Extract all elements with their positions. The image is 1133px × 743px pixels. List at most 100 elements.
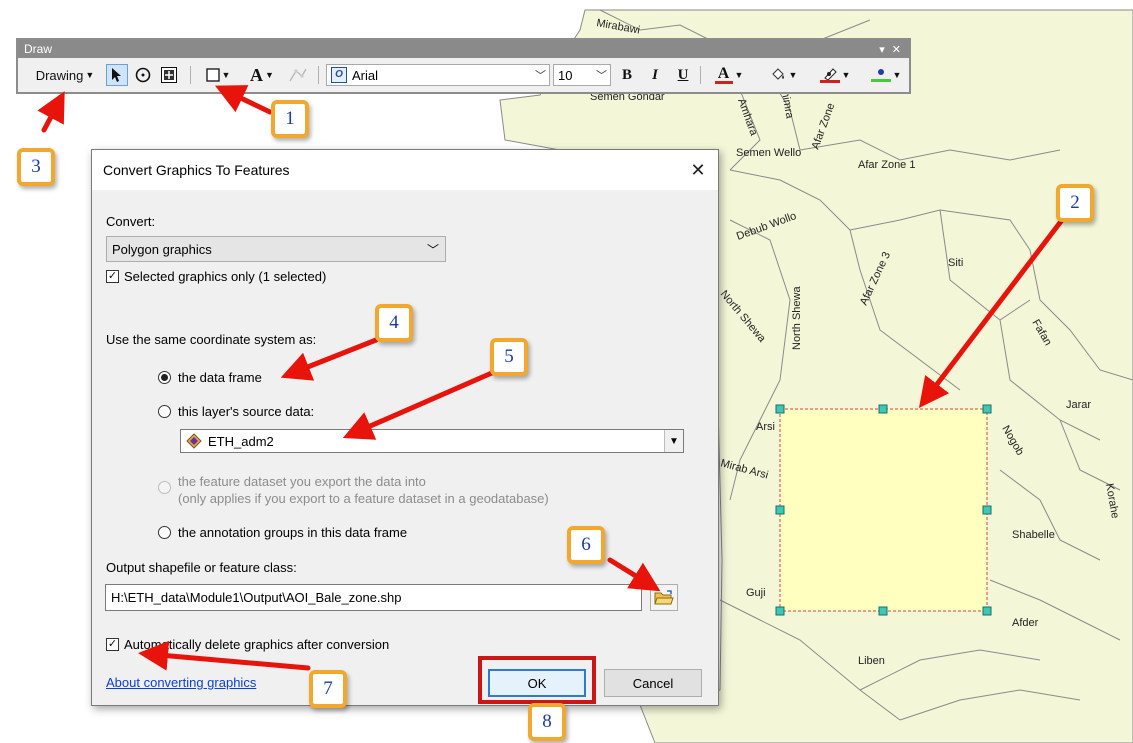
font-name-dropdown[interactable]: O Arial ﹀ [326, 64, 550, 86]
dialog-titlebar[interactable]: Convert Graphics To Features ✕ [92, 150, 718, 190]
dropdown-caret-icon: ▼ [734, 70, 744, 80]
toolbar-separator [190, 66, 191, 84]
rotate-tool[interactable] [132, 64, 154, 86]
coordinate-system-label: Use the same coordinate system as: [106, 332, 317, 347]
line-color-button[interactable]: ▼ [814, 64, 856, 86]
map-label: Afder [1012, 617, 1039, 629]
dropdown-caret-icon: ▼ [892, 70, 902, 80]
toolbar-window-controls[interactable]: ▾ ✕ [879, 43, 903, 56]
ok-button[interactable]: OK [488, 669, 586, 697]
italic-button[interactable]: I [646, 64, 664, 86]
layer-dropdown[interactable]: ETH_adm2 ▼ [180, 429, 684, 453]
layer-value: ETH_adm2 [208, 433, 274, 449]
pointer-arrow-icon [112, 68, 121, 82]
marker-dot-icon [877, 68, 884, 75]
map-label: Afar Zone 1 [858, 159, 915, 171]
output-path-value: H:\ETH_data\Module1\Output\AOI_Bale_zone… [111, 590, 402, 605]
font-color-button[interactable]: A ▼ [708, 64, 750, 86]
annotation-groups-label: the annotation groups in this data frame [178, 525, 408, 540]
open-folder-icon [654, 589, 674, 604]
new-text-tool[interactable]: A ▼ [244, 64, 280, 86]
paint-bucket-icon [771, 68, 784, 80]
chevron-down-icon: ﹀ [426, 243, 439, 257]
output-label: Output shapefile or feature class: [106, 560, 297, 575]
selected-only-label: Selected graphics only (1 selected) [124, 269, 327, 284]
dropdown-arrow-icon: ▼ [664, 430, 683, 452]
close-icon[interactable]: ✕ [686, 158, 710, 182]
font-size-dropdown[interactable]: 10 ﹀ [553, 64, 611, 86]
select-elements-tool[interactable] [106, 64, 128, 86]
zoom-selected-icon [161, 67, 177, 83]
convert-label: Convert: [106, 214, 156, 229]
drawing-menu-label: Drawing [35, 67, 84, 83]
font-name-value: Arial [352, 67, 379, 83]
about-converting-link[interactable]: About converting graphics [106, 675, 256, 690]
layer-source-radio[interactable] [158, 405, 171, 418]
map-label: Arsi [756, 421, 775, 433]
data-frame-label: the data frame [178, 370, 262, 385]
data-frame-radio[interactable] [158, 371, 171, 384]
map-label: Guji [746, 587, 766, 599]
convert-graphics-dialog: Convert Graphics To Features ✕ Convert: … [91, 149, 719, 706]
dropdown-caret-icon: ▼ [221, 70, 231, 80]
callout-1: 1 [271, 100, 309, 138]
dropdown-caret-icon: ▼ [788, 70, 798, 80]
map-label: Jarar [1066, 399, 1091, 411]
marker-color-button[interactable]: ▼ [866, 64, 906, 86]
font-color-swatch [714, 80, 733, 84]
text-tool-icon: A [250, 64, 264, 85]
pen-icon [823, 68, 837, 80]
dialog-title: Convert Graphics To Features [103, 162, 290, 178]
draw-toolbar-title: Draw [24, 42, 53, 56]
layer-diamond-icon [186, 433, 202, 449]
chevron-down-icon: ﹀ [596, 70, 607, 82]
dropdown-caret-icon: ▼ [265, 70, 274, 80]
convert-type-value: Polygon graphics [112, 241, 212, 257]
rotate-icon [135, 67, 151, 83]
rectangle-tool[interactable]: ▼ [198, 64, 238, 86]
drawing-menu-button[interactable]: Drawing ▼ [26, 64, 104, 86]
toolbar-separator [318, 66, 319, 84]
map-label: North Shewa [791, 286, 803, 350]
map-label: Shabelle [1012, 529, 1055, 541]
underline-button[interactable]: U [674, 64, 692, 86]
edit-vertices-icon [289, 68, 307, 82]
map-label: Liben [858, 655, 885, 667]
font-color-icon: A [714, 65, 733, 84]
marker-color-swatch [870, 78, 891, 82]
callout-6: 6 [567, 526, 605, 564]
output-path-input[interactable]: H:\ETH_data\Module1\Output\AOI_Bale_zone… [105, 584, 642, 611]
browse-output-button[interactable] [650, 584, 678, 611]
callout-3: 3 [17, 148, 55, 186]
marker-color-icon [870, 68, 891, 82]
feature-dataset-label: the feature dataset you export the data … [178, 474, 426, 489]
annotation-groups-radio[interactable] [158, 526, 171, 539]
feature-dataset-note: (only applies if you export to a feature… [178, 491, 549, 506]
font-type-icon: O [331, 67, 347, 83]
rectangle-icon [205, 68, 220, 82]
dropdown-caret-icon: ▼ [841, 70, 851, 80]
cancel-button[interactable]: Cancel [604, 669, 702, 697]
draw-tools-row: Drawing ▼ ▼ A ▼ O Arial ﹀ 10 ﹀ B I U A ▼… [18, 58, 909, 92]
callout-8: 8 [528, 703, 566, 741]
draw-toolbar-titlebar[interactable]: Draw ▾ ✕ [18, 40, 909, 58]
feature-dataset-radio [158, 481, 171, 494]
callout-2: 2 [1056, 184, 1094, 222]
zoom-to-selected-tool[interactable] [158, 64, 180, 86]
auto-delete-checkbox[interactable]: ✓ [106, 638, 119, 651]
convert-type-dropdown[interactable]: Polygon graphics ﹀ [106, 236, 446, 262]
font-size-value: 10 [558, 67, 573, 83]
callout-4: 4 [375, 304, 413, 342]
map-label: Semen Wello [736, 147, 801, 159]
selected-rectangle-graphic[interactable] [779, 408, 988, 612]
fill-color-button[interactable]: ▼ [762, 64, 804, 86]
edit-vertices-tool[interactable] [286, 64, 310, 86]
line-color-swatch [819, 80, 840, 83]
chevron-down-icon: ﹀ [535, 70, 546, 82]
auto-delete-label: Automatically delete graphics after conv… [124, 637, 390, 652]
line-color-icon [819, 67, 840, 83]
draw-toolbar: Draw ▾ ✕ Drawing ▼ ▼ A ▼ O Arial ﹀ 10 ﹀ … [16, 38, 911, 94]
bold-button[interactable]: B [618, 64, 636, 86]
selected-only-checkbox[interactable]: ✓ [106, 270, 119, 283]
callout-5: 5 [490, 338, 528, 376]
